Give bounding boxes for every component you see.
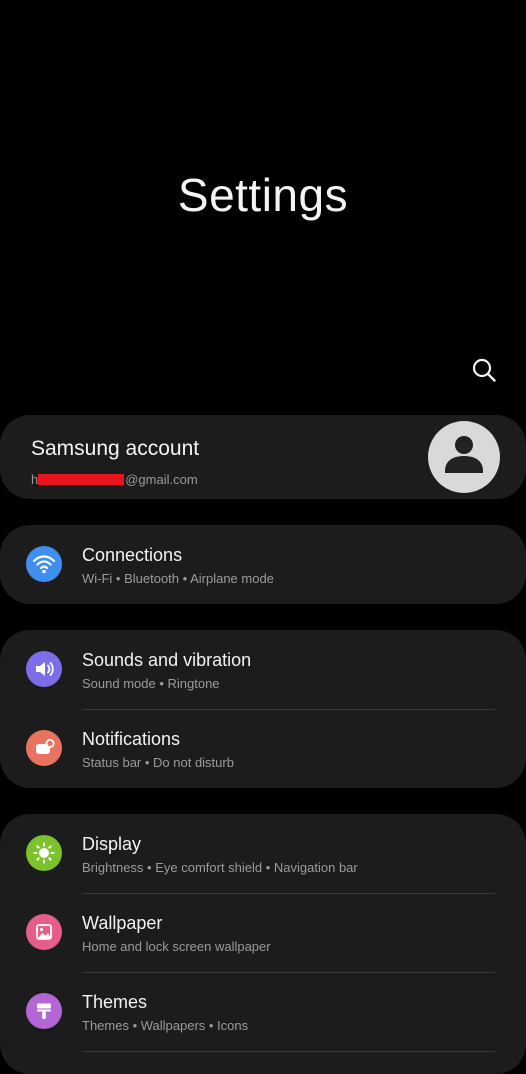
wifi-icon <box>26 546 62 582</box>
avatar[interactable] <box>428 421 500 493</box>
display-title: Display <box>82 834 142 854</box>
settings-item-sounds[interactable]: Sounds and vibration Sound mode • Ringto… <box>0 630 526 709</box>
connections-subtitle: Wi-Fi • Bluetooth • Airplane mode <box>82 571 274 586</box>
settings-item-connections[interactable]: Connections Wi-Fi • Bluetooth • Airplane… <box>0 525 526 604</box>
search-icon <box>472 358 496 382</box>
sounds-group: Sounds and vibration Sound mode • Ringto… <box>0 630 526 788</box>
sounds-subtitle: Sound mode • Ringtone <box>82 676 220 691</box>
notifications-title: Notifications <box>82 729 181 749</box>
email-redaction <box>38 474 125 485</box>
page-title: Settings <box>177 169 349 221</box>
paintbrush-icon <box>26 993 62 1029</box>
wallpaper-title: Wallpaper <box>82 913 163 933</box>
account-name: Samsung account <box>31 437 200 460</box>
display-group: Display Brightness • Eye comfort shield … <box>0 814 526 1074</box>
settings-item-display[interactable]: Display Brightness • Eye comfort shield … <box>0 814 526 893</box>
wallpaper-subtitle: Home and lock screen wallpaper <box>82 939 271 954</box>
email-suffix: @gmail.com <box>125 472 198 487</box>
themes-subtitle: Themes • Wallpapers • Icons <box>82 1018 249 1033</box>
connections-title: Connections <box>82 545 183 565</box>
divider <box>82 1051 495 1052</box>
image-icon <box>26 914 62 950</box>
notification-icon <box>26 730 62 766</box>
themes-title: Themes <box>82 992 148 1012</box>
display-subtitle: Brightness • Eye comfort shield • Naviga… <box>82 860 358 875</box>
connections-group: Connections Wi-Fi • Bluetooth • Airplane… <box>0 525 526 604</box>
person-icon <box>445 436 483 473</box>
sounds-title: Sounds and vibration <box>82 650 252 670</box>
samsung-account-card[interactable]: Samsung account h @gmail.com <box>0 415 526 499</box>
settings-item-themes[interactable]: Themes Themes • Wallpapers • Icons <box>0 972 526 1051</box>
email-prefix: h <box>31 472 39 487</box>
account-email: h @gmail.com <box>31 472 198 487</box>
settings-item-wallpaper[interactable]: Wallpaper Home and lock screen wallpaper <box>0 893 526 972</box>
sun-icon <box>26 835 62 871</box>
speaker-icon <box>26 651 62 687</box>
notifications-subtitle: Status bar • Do not disturb <box>82 755 234 770</box>
settings-item-notifications[interactable]: Notifications Status bar • Do not distur… <box>0 709 526 788</box>
search-button[interactable] <box>468 354 500 386</box>
